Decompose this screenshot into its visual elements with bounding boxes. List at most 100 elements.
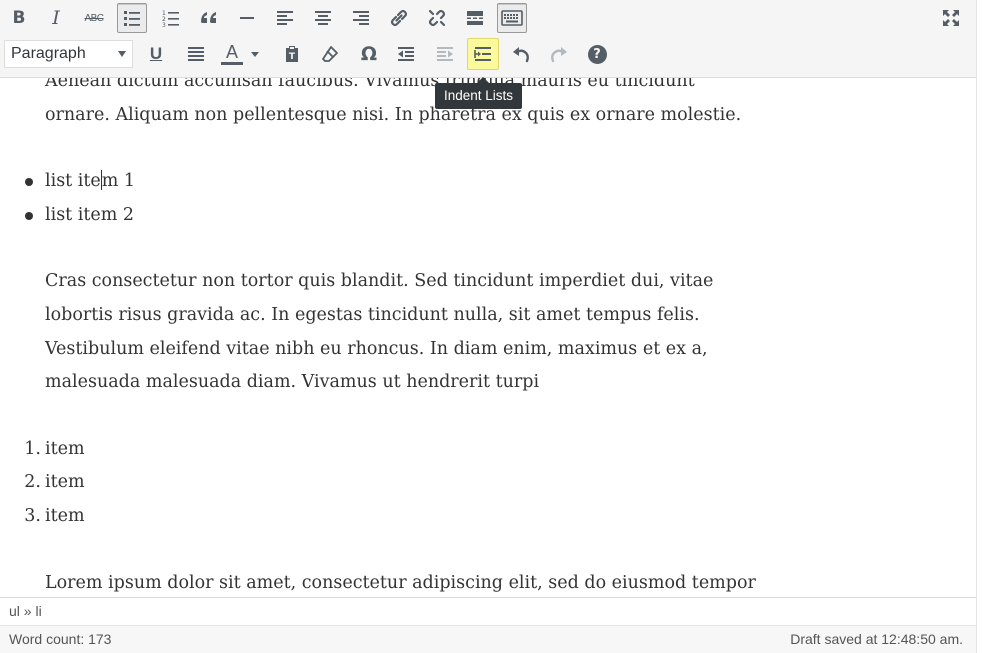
editor-toolbar: B I ABC 1 2 3 Paragraph U A T Ω ?: [0, 0, 976, 78]
clear-formatting-button[interactable]: [315, 39, 345, 69]
bold-icon: B: [12, 7, 26, 28]
align-center-icon: [315, 11, 331, 25]
horizontal-line-icon: [240, 17, 254, 19]
fullscreen-icon: [943, 10, 959, 26]
redo-button[interactable]: [544, 39, 574, 69]
omega-icon: Ω: [360, 43, 378, 65]
bold-button[interactable]: B: [4, 3, 34, 33]
italic-icon: I: [52, 6, 60, 29]
eraser-icon: [322, 46, 338, 62]
horizontal-line-button[interactable]: [232, 3, 262, 33]
number-marker: 1.: [24, 438, 41, 459]
paragraph-line: lobortis risus gravida ac. In egestas ti…: [45, 304, 700, 325]
blockquote-icon: [201, 12, 216, 23]
element-path[interactable]: ul » li: [9, 603, 42, 619]
list-item-text: item: [45, 472, 85, 493]
bulleted-list-icon: [124, 11, 140, 26]
help-button[interactable]: ?: [582, 39, 612, 69]
text-color-letter: A: [225, 41, 238, 62]
blockquote-button[interactable]: [194, 3, 224, 33]
justify-button[interactable]: [181, 39, 211, 69]
text-color-icon: A: [221, 41, 243, 65]
text-color-dropdown[interactable]: [247, 39, 263, 69]
list-item: list item 2: [25, 199, 845, 233]
number-marker: 2.: [24, 472, 41, 493]
indent-button[interactable]: [430, 39, 460, 69]
svg-text:T: T: [289, 52, 296, 62]
list-item-text: list item 2: [45, 204, 135, 225]
paragraph: Lorem ipsum dolor sit amet, consectetur …: [45, 567, 845, 597]
help-icon-glyph: ?: [593, 46, 601, 62]
chevron-down-icon: [251, 51, 259, 57]
list-item: 2. item: [24, 466, 845, 500]
editor-footer: Word count: 173 Draft saved at 12:48:50 …: [0, 625, 976, 653]
italic-button[interactable]: I: [41, 3, 71, 33]
list-item: list item 1: [25, 165, 845, 199]
align-center-button[interactable]: [308, 3, 338, 33]
align-right-button[interactable]: [346, 3, 376, 33]
outdent-button[interactable]: [391, 39, 421, 69]
bullet-marker: [25, 211, 33, 220]
help-icon: ?: [587, 44, 607, 64]
insert-link-button[interactable]: [384, 3, 414, 33]
format-select[interactable]: Paragraph: [4, 40, 133, 68]
paragraph-line: ornare. Aliquam non pellentesque nisi. I…: [45, 104, 742, 125]
keyboard-icon: [501, 10, 523, 26]
indent-lists-icon: [474, 47, 491, 61]
element-path-statusbar: ul » li: [0, 597, 976, 625]
strikethrough-icon: ABC: [84, 12, 104, 24]
numbered-list-icon: 1 2 3: [162, 10, 179, 28]
editor-content[interactable]: Aenean dictum accumsan faucibus. Vivamus…: [0, 77, 976, 597]
underline-button[interactable]: U: [141, 39, 171, 69]
align-left-button[interactable]: [270, 3, 300, 33]
unlink-icon: [428, 9, 446, 27]
align-right-icon: [353, 11, 369, 25]
numbered-list: 1. item 2. item 3. item: [24, 433, 845, 534]
list-item-text: item: [45, 505, 85, 526]
bulleted-list-button[interactable]: [117, 3, 147, 33]
indent-lists-tooltip: Indent Lists: [435, 77, 523, 109]
outdent-icon: [398, 47, 414, 61]
paragraph-line: Vestibulum eleifend vitae nibh eu rhoncu…: [45, 338, 708, 359]
link-icon: [390, 9, 408, 27]
word-count: Word count: 173: [9, 631, 112, 647]
read-more-button[interactable]: [460, 3, 490, 33]
content-body: Aenean dictum accumsan faucibus. Vivamus…: [24, 77, 845, 597]
list-item-text-after-caret: m 1: [101, 171, 136, 192]
undo-icon: [513, 47, 529, 63]
indent-lists-button[interactable]: [467, 38, 499, 70]
redo-icon: [551, 47, 567, 63]
paste-as-text-button[interactable]: T: [277, 39, 307, 69]
list-item: 3. item: [24, 500, 845, 534]
list-item: 1. item: [24, 433, 845, 467]
svg-text:3: 3: [162, 22, 166, 28]
undo-button[interactable]: [506, 39, 536, 69]
paragraph-line: malesuada malesuada diam. Vivamus ut hen…: [45, 372, 540, 393]
justify-icon: [188, 47, 204, 61]
fullscreen-button[interactable]: [936, 3, 966, 33]
strikethrough-button[interactable]: ABC: [79, 3, 109, 33]
editor: B I ABC 1 2 3 Paragraph U A T Ω ? Indent…: [0, 0, 977, 653]
paragraph-line: Cras consectetur non tortor quis blandit…: [45, 271, 714, 292]
list-item-text-before-caret: list ite: [45, 171, 101, 192]
bulleted-list: list item 1 list item 2: [25, 165, 845, 233]
bullet-marker: [25, 178, 33, 187]
numbered-list-button[interactable]: 1 2 3: [156, 3, 186, 33]
paste-text-icon: T: [286, 46, 298, 62]
chevron-down-icon: [118, 51, 126, 57]
paragraph-line: Lorem ipsum dolor sit amet, consectetur …: [45, 572, 756, 593]
draft-saved-status: Draft saved at 12:48:50 am.: [790, 631, 963, 647]
remove-link-button[interactable]: [422, 3, 452, 33]
toolbar-toggle-button[interactable]: [497, 3, 527, 33]
paragraph-line: Aenean dictum accumsan faucibus. Vivamus…: [45, 77, 695, 91]
number-marker: 3.: [24, 505, 41, 526]
text-color-button[interactable]: A: [218, 39, 246, 69]
align-left-icon: [277, 11, 293, 25]
format-select-value: Paragraph: [11, 45, 86, 62]
indent-icon: [437, 47, 453, 61]
list-item-text: item: [45, 438, 85, 459]
underline-icon: U: [149, 44, 163, 63]
paragraph: Cras consectetur non tortor quis blandit…: [45, 265, 845, 399]
read-more-icon: [467, 11, 483, 25]
special-character-button[interactable]: Ω: [354, 39, 384, 69]
